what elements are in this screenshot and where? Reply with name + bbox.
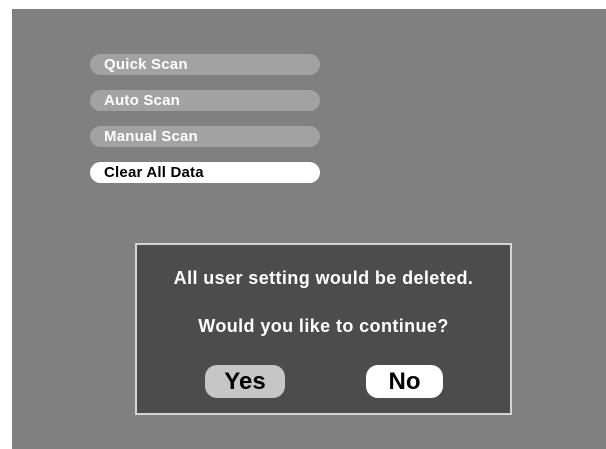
menu-item-manual-scan[interactable]: Manual Scan bbox=[90, 126, 320, 147]
dialog-message-question: Would you like to continue? bbox=[198, 316, 449, 336]
menu-item-quick-scan[interactable]: Quick Scan bbox=[90, 54, 320, 75]
menu-item-clear-all-data[interactable]: Clear All Data bbox=[90, 162, 320, 183]
no-button[interactable]: No bbox=[366, 365, 443, 398]
dialog-message-warning: All user setting would be deleted. bbox=[173, 268, 474, 288]
menu-item-label: Manual Scan bbox=[104, 128, 198, 145]
yes-button[interactable]: Yes bbox=[205, 365, 285, 398]
tv-screen: Quick Scan Auto Scan Manual Scan Clear A… bbox=[12, 9, 606, 449]
menu-item-label: Clear All Data bbox=[104, 164, 204, 181]
menu-item-label: Quick Scan bbox=[104, 56, 188, 73]
confirm-dialog: All user setting would be deleted. Would… bbox=[135, 243, 512, 415]
menu-item-label: Auto Scan bbox=[104, 92, 180, 109]
menu-item-auto-scan[interactable]: Auto Scan bbox=[90, 90, 320, 111]
